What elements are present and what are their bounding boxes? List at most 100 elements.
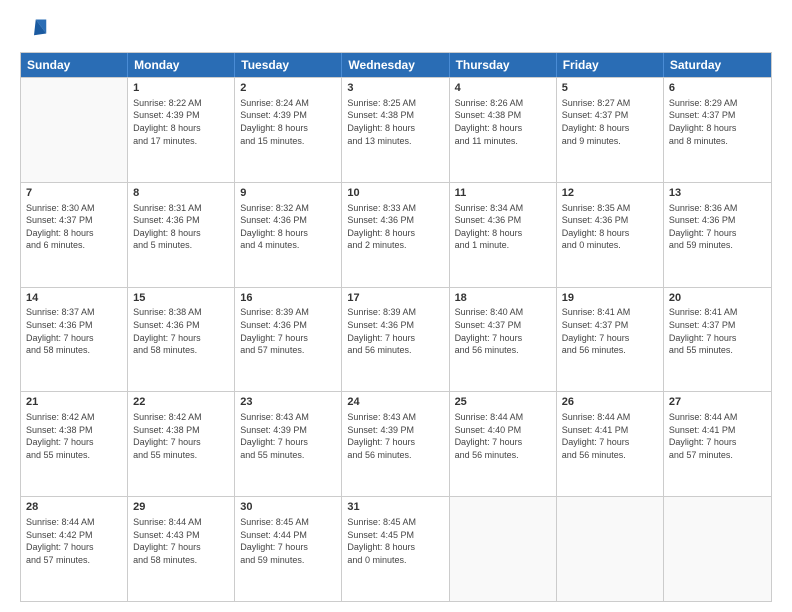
calendar-cell: 25Sunrise: 8:44 AM Sunset: 4:40 PM Dayli… — [450, 392, 557, 496]
day-number: 3 — [347, 81, 443, 96]
cell-info: Sunrise: 8:41 AM Sunset: 4:37 PM Dayligh… — [669, 306, 766, 356]
calendar-body: 1Sunrise: 8:22 AM Sunset: 4:39 PM Daylig… — [21, 77, 771, 601]
weekday-header-sunday: Sunday — [21, 53, 128, 77]
calendar-cell: 6Sunrise: 8:29 AM Sunset: 4:37 PM Daylig… — [664, 78, 771, 182]
cell-info: Sunrise: 8:39 AM Sunset: 4:36 PM Dayligh… — [240, 306, 336, 356]
calendar-cell: 4Sunrise: 8:26 AM Sunset: 4:38 PM Daylig… — [450, 78, 557, 182]
day-number: 7 — [26, 186, 122, 201]
calendar-cell: 16Sunrise: 8:39 AM Sunset: 4:36 PM Dayli… — [235, 288, 342, 392]
cell-info: Sunrise: 8:44 AM Sunset: 4:41 PM Dayligh… — [562, 411, 658, 461]
cell-info: Sunrise: 8:25 AM Sunset: 4:38 PM Dayligh… — [347, 97, 443, 147]
day-number: 30 — [240, 500, 336, 515]
day-number: 17 — [347, 291, 443, 306]
weekday-header-thursday: Thursday — [450, 53, 557, 77]
calendar-cell — [664, 497, 771, 601]
calendar-cell: 18Sunrise: 8:40 AM Sunset: 4:37 PM Dayli… — [450, 288, 557, 392]
calendar-cell — [557, 497, 664, 601]
day-number: 21 — [26, 395, 122, 410]
day-number: 2 — [240, 81, 336, 96]
calendar-row-5: 28Sunrise: 8:44 AM Sunset: 4:42 PM Dayli… — [21, 496, 771, 601]
calendar-cell: 3Sunrise: 8:25 AM Sunset: 4:38 PM Daylig… — [342, 78, 449, 182]
cell-info: Sunrise: 8:29 AM Sunset: 4:37 PM Dayligh… — [669, 97, 766, 147]
weekday-header-friday: Friday — [557, 53, 664, 77]
cell-info: Sunrise: 8:35 AM Sunset: 4:36 PM Dayligh… — [562, 202, 658, 252]
day-number: 11 — [455, 186, 551, 201]
calendar-cell: 1Sunrise: 8:22 AM Sunset: 4:39 PM Daylig… — [128, 78, 235, 182]
day-number: 27 — [669, 395, 766, 410]
logo — [20, 16, 52, 44]
cell-info: Sunrise: 8:22 AM Sunset: 4:39 PM Dayligh… — [133, 97, 229, 147]
day-number: 24 — [347, 395, 443, 410]
day-number: 10 — [347, 186, 443, 201]
calendar-cell: 29Sunrise: 8:44 AM Sunset: 4:43 PM Dayli… — [128, 497, 235, 601]
cell-info: Sunrise: 8:44 AM Sunset: 4:41 PM Dayligh… — [669, 411, 766, 461]
cell-info: Sunrise: 8:36 AM Sunset: 4:36 PM Dayligh… — [669, 202, 766, 252]
cell-info: Sunrise: 8:42 AM Sunset: 4:38 PM Dayligh… — [26, 411, 122, 461]
cell-info: Sunrise: 8:24 AM Sunset: 4:39 PM Dayligh… — [240, 97, 336, 147]
calendar-row-2: 7Sunrise: 8:30 AM Sunset: 4:37 PM Daylig… — [21, 182, 771, 287]
day-number: 16 — [240, 291, 336, 306]
calendar-cell: 22Sunrise: 8:42 AM Sunset: 4:38 PM Dayli… — [128, 392, 235, 496]
weekday-header-monday: Monday — [128, 53, 235, 77]
day-number: 23 — [240, 395, 336, 410]
cell-info: Sunrise: 8:44 AM Sunset: 4:43 PM Dayligh… — [133, 516, 229, 566]
calendar-cell: 15Sunrise: 8:38 AM Sunset: 4:36 PM Dayli… — [128, 288, 235, 392]
cell-info: Sunrise: 8:38 AM Sunset: 4:36 PM Dayligh… — [133, 306, 229, 356]
cell-info: Sunrise: 8:43 AM Sunset: 4:39 PM Dayligh… — [347, 411, 443, 461]
calendar-cell: 30Sunrise: 8:45 AM Sunset: 4:44 PM Dayli… — [235, 497, 342, 601]
calendar-row-1: 1Sunrise: 8:22 AM Sunset: 4:39 PM Daylig… — [21, 77, 771, 182]
cell-info: Sunrise: 8:41 AM Sunset: 4:37 PM Dayligh… — [562, 306, 658, 356]
cell-info: Sunrise: 8:26 AM Sunset: 4:38 PM Dayligh… — [455, 97, 551, 147]
cell-info: Sunrise: 8:42 AM Sunset: 4:38 PM Dayligh… — [133, 411, 229, 461]
day-number: 4 — [455, 81, 551, 96]
day-number: 19 — [562, 291, 658, 306]
cell-info: Sunrise: 8:45 AM Sunset: 4:45 PM Dayligh… — [347, 516, 443, 566]
page: SundayMondayTuesdayWednesdayThursdayFrid… — [0, 0, 792, 612]
calendar-cell: 21Sunrise: 8:42 AM Sunset: 4:38 PM Dayli… — [21, 392, 128, 496]
day-number: 31 — [347, 500, 443, 515]
calendar-cell: 26Sunrise: 8:44 AM Sunset: 4:41 PM Dayli… — [557, 392, 664, 496]
day-number: 25 — [455, 395, 551, 410]
day-number: 15 — [133, 291, 229, 306]
calendar-cell: 2Sunrise: 8:24 AM Sunset: 4:39 PM Daylig… — [235, 78, 342, 182]
day-number: 28 — [26, 500, 122, 515]
cell-info: Sunrise: 8:30 AM Sunset: 4:37 PM Dayligh… — [26, 202, 122, 252]
cell-info: Sunrise: 8:34 AM Sunset: 4:36 PM Dayligh… — [455, 202, 551, 252]
day-number: 8 — [133, 186, 229, 201]
cell-info: Sunrise: 8:44 AM Sunset: 4:40 PM Dayligh… — [455, 411, 551, 461]
calendar-row-3: 14Sunrise: 8:37 AM Sunset: 4:36 PM Dayli… — [21, 287, 771, 392]
weekday-header-tuesday: Tuesday — [235, 53, 342, 77]
calendar: SundayMondayTuesdayWednesdayThursdayFrid… — [20, 52, 772, 602]
cell-info: Sunrise: 8:31 AM Sunset: 4:36 PM Dayligh… — [133, 202, 229, 252]
calendar-cell: 12Sunrise: 8:35 AM Sunset: 4:36 PM Dayli… — [557, 183, 664, 287]
cell-info: Sunrise: 8:27 AM Sunset: 4:37 PM Dayligh… — [562, 97, 658, 147]
cell-info: Sunrise: 8:43 AM Sunset: 4:39 PM Dayligh… — [240, 411, 336, 461]
calendar-cell: 17Sunrise: 8:39 AM Sunset: 4:36 PM Dayli… — [342, 288, 449, 392]
calendar-cell: 19Sunrise: 8:41 AM Sunset: 4:37 PM Dayli… — [557, 288, 664, 392]
day-number: 6 — [669, 81, 766, 96]
day-number: 12 — [562, 186, 658, 201]
calendar-cell: 24Sunrise: 8:43 AM Sunset: 4:39 PM Dayli… — [342, 392, 449, 496]
calendar-cell: 8Sunrise: 8:31 AM Sunset: 4:36 PM Daylig… — [128, 183, 235, 287]
cell-info: Sunrise: 8:45 AM Sunset: 4:44 PM Dayligh… — [240, 516, 336, 566]
calendar-cell: 5Sunrise: 8:27 AM Sunset: 4:37 PM Daylig… — [557, 78, 664, 182]
day-number: 20 — [669, 291, 766, 306]
calendar-cell: 7Sunrise: 8:30 AM Sunset: 4:37 PM Daylig… — [21, 183, 128, 287]
calendar-cell: 23Sunrise: 8:43 AM Sunset: 4:39 PM Dayli… — [235, 392, 342, 496]
calendar-cell: 28Sunrise: 8:44 AM Sunset: 4:42 PM Dayli… — [21, 497, 128, 601]
weekday-header-wednesday: Wednesday — [342, 53, 449, 77]
calendar-row-4: 21Sunrise: 8:42 AM Sunset: 4:38 PM Dayli… — [21, 391, 771, 496]
day-number: 14 — [26, 291, 122, 306]
day-number: 18 — [455, 291, 551, 306]
header — [20, 16, 772, 44]
cell-info: Sunrise: 8:37 AM Sunset: 4:36 PM Dayligh… — [26, 306, 122, 356]
calendar-cell: 10Sunrise: 8:33 AM Sunset: 4:36 PM Dayli… — [342, 183, 449, 287]
day-number: 26 — [562, 395, 658, 410]
day-number: 29 — [133, 500, 229, 515]
day-number: 22 — [133, 395, 229, 410]
cell-info: Sunrise: 8:32 AM Sunset: 4:36 PM Dayligh… — [240, 202, 336, 252]
calendar-cell — [21, 78, 128, 182]
cell-info: Sunrise: 8:44 AM Sunset: 4:42 PM Dayligh… — [26, 516, 122, 566]
cell-info: Sunrise: 8:39 AM Sunset: 4:36 PM Dayligh… — [347, 306, 443, 356]
calendar-cell: 27Sunrise: 8:44 AM Sunset: 4:41 PM Dayli… — [664, 392, 771, 496]
